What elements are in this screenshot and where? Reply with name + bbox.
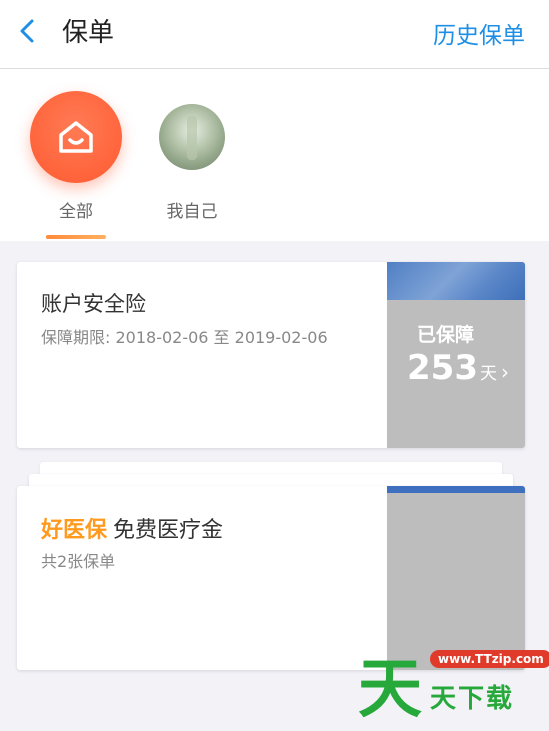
member-filter: 全部 我自己 [0, 69, 549, 241]
days-unit: 天 [479, 364, 497, 384]
policy-period: 保障期限: 2018-02-06 至 2019-02-06 [41, 328, 328, 347]
page-title: 保单 [62, 18, 115, 48]
days-value: 253 [407, 348, 478, 388]
policy-title: 免费医疗金 [113, 518, 224, 543]
filter-all-label: 全部 [59, 202, 93, 222]
watermark-text: 天下载 [430, 684, 515, 714]
policy-title: 账户安全险 [41, 292, 146, 316]
history-policies-link[interactable]: 历史保单 [433, 16, 525, 50]
policy-card-account-security[interactable]: 账户安全险 保障期限: 2018-02-06 至 2019-02-06 已保障 … [17, 262, 525, 448]
brand-name: 好医保 [41, 518, 108, 543]
policy-count: 共2张保单 [41, 552, 116, 571]
filter-myself[interactable]: 我自己 [142, 91, 242, 222]
policy-banner-image [387, 486, 525, 493]
back-arrow-icon[interactable] [14, 16, 44, 46]
policy-brand-title: 好医保 免费医疗金 [41, 512, 223, 544]
app-header: 保单 历史保单 [0, 0, 549, 69]
watermark-big-char: 天 [358, 653, 422, 727]
home-icon [59, 121, 93, 153]
user-avatar [159, 104, 225, 170]
protected-days: 253 天 › [407, 348, 509, 388]
chevron-right-icon: › [500, 360, 509, 384]
policy-banner-image [387, 262, 525, 300]
active-tab-indicator [46, 235, 106, 239]
policy-status-panel: 已保障 253 天 › [387, 262, 525, 448]
filter-all[interactable]: 全部 [26, 91, 126, 222]
watermark-site: www.TTzip.com [430, 650, 549, 668]
protected-label: 已保障 [417, 324, 475, 346]
all-avatar [30, 91, 122, 183]
filter-myself-label: 我自己 [166, 202, 218, 222]
watermark-logo: 天 www.TTzip.com 天下载 [358, 642, 549, 727]
